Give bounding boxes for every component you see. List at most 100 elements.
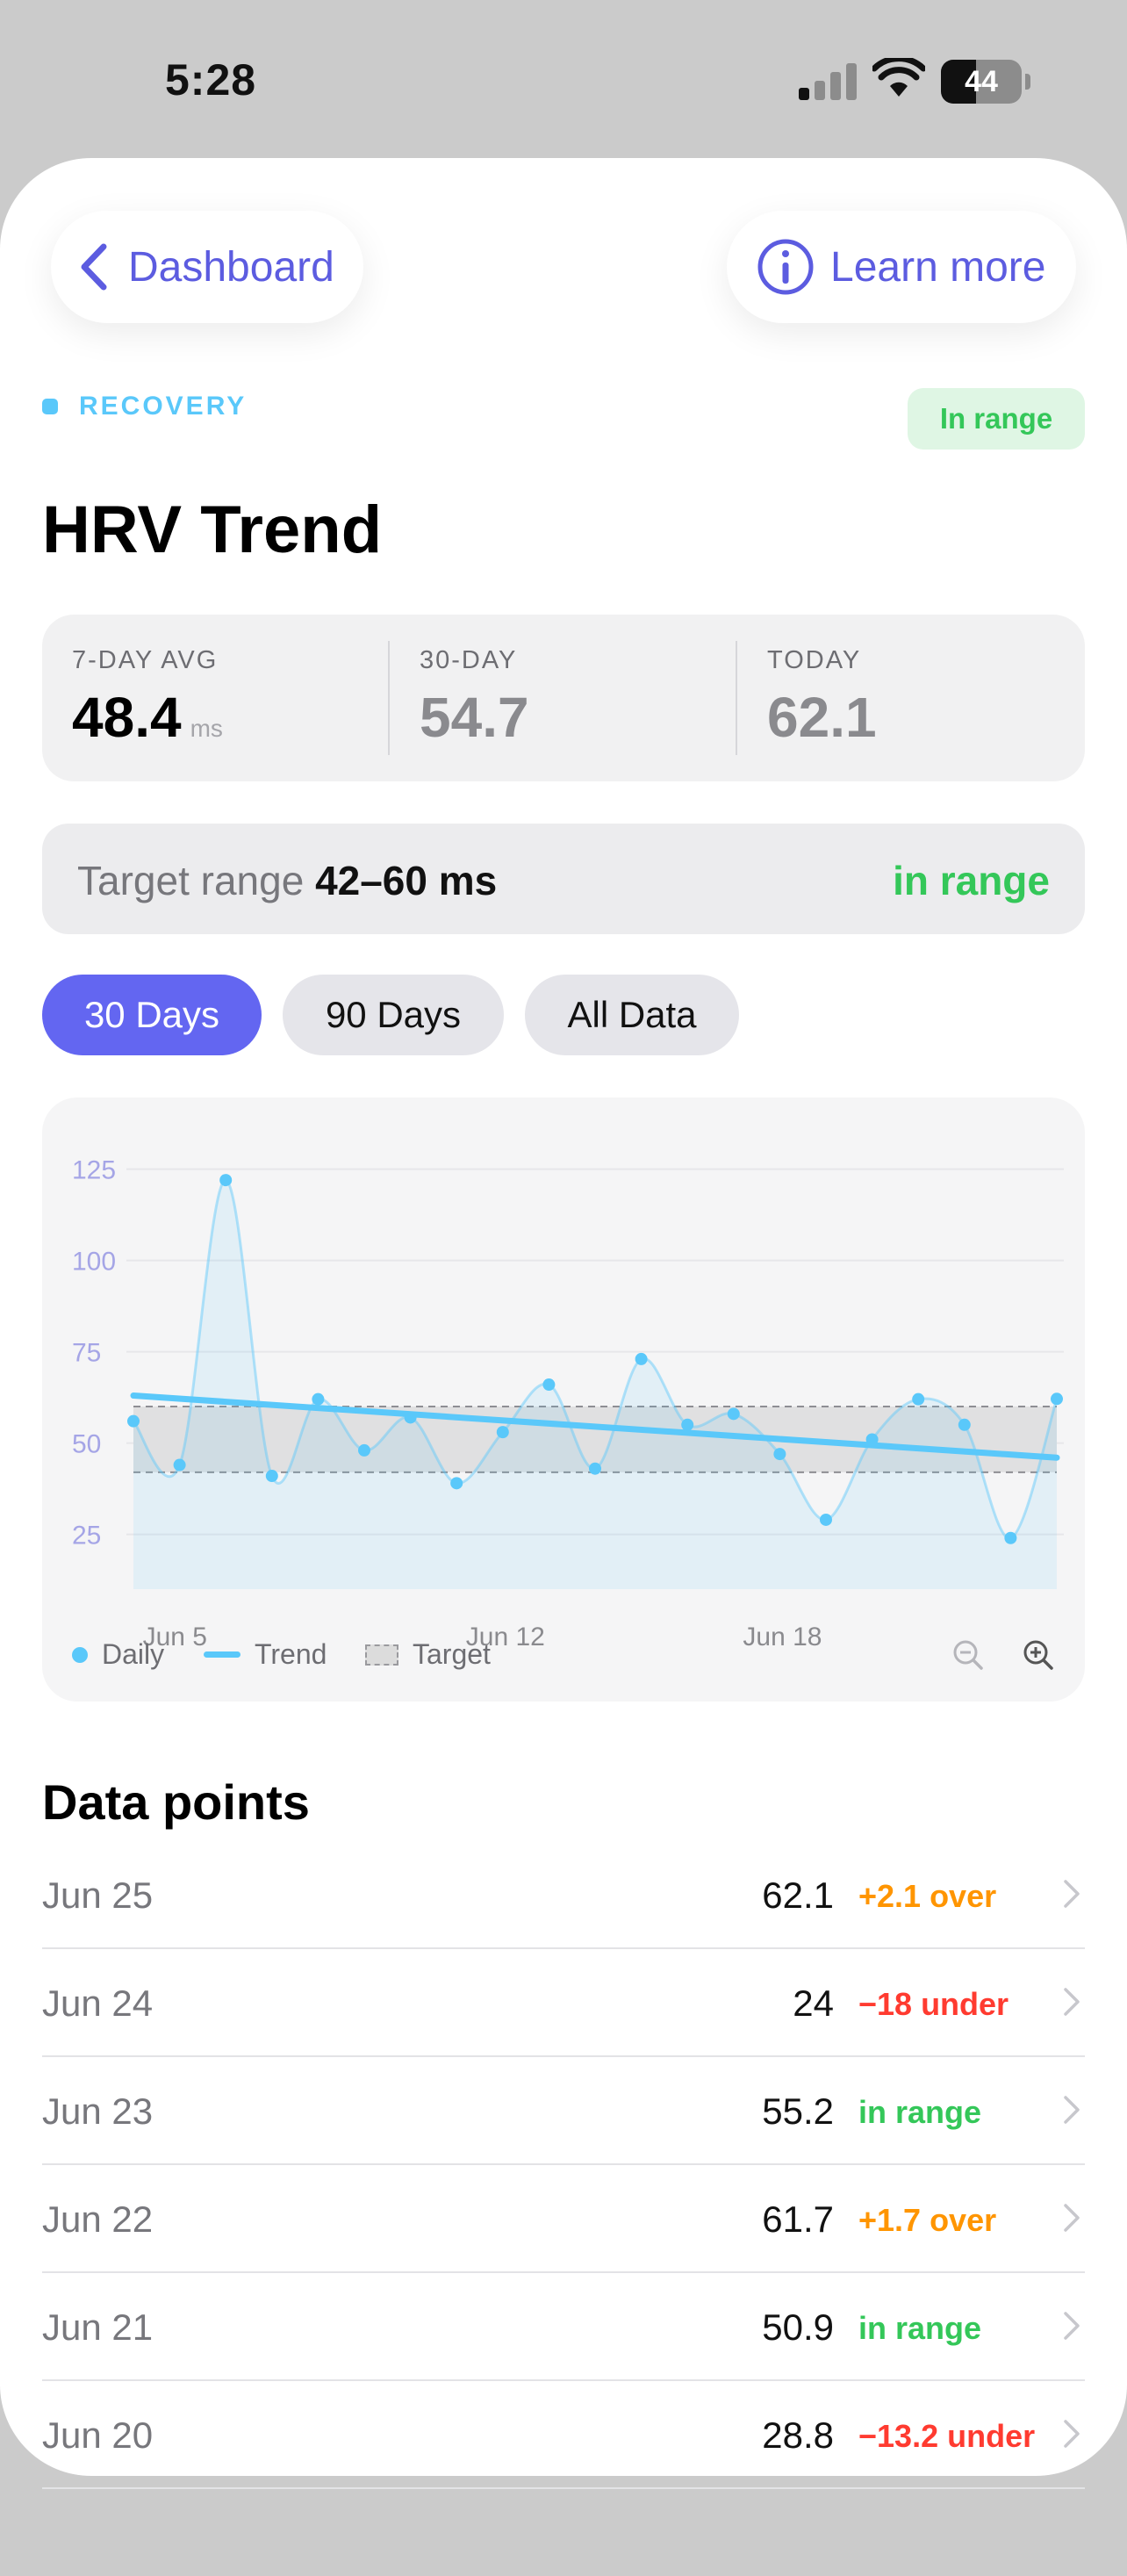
row-date: Jun 23 <box>42 2090 154 2132</box>
target-box-icon <box>365 1644 398 1666</box>
row-date: Jun 24 <box>42 1982 154 2024</box>
battery-level: 44 <box>965 65 998 98</box>
legend-trend: Trend <box>204 1638 327 1671</box>
data-point <box>265 1470 278 1483</box>
data-point <box>127 1414 140 1428</box>
data-point-row[interactable]: Jun 21 50.9 in range <box>42 2271 1085 2381</box>
data-point <box>681 1418 694 1431</box>
target-range-bar: Target range 42–60 ms in range <box>42 824 1085 934</box>
back-button[interactable]: Dashboard <box>51 211 363 323</box>
row-status: −13.2 under <box>858 2418 1036 2454</box>
daily-area <box>133 1180 1057 1589</box>
chevron-right-icon <box>1064 1988 1080 2016</box>
category-label: RECOVERY <box>42 392 247 421</box>
chevron-right-icon <box>1064 2312 1080 2340</box>
stat-label: TODAY <box>767 646 862 674</box>
legend-target: Target <box>365 1638 491 1671</box>
legend-daily-label: Daily <box>102 1638 165 1670</box>
status-bar: 5:28 44 <box>0 0 1127 158</box>
back-label: Dashboard <box>128 243 334 291</box>
row-value: 50.9 <box>762 2306 834 2348</box>
row-value: 24 <box>793 1982 834 2024</box>
data-point <box>219 1174 233 1187</box>
target-range-text: Target range 42–60 ms <box>77 857 497 904</box>
row-value: 28.8 <box>762 2414 834 2456</box>
daily-dot-icon <box>72 1646 88 1663</box>
legend-trend-label: Trend <box>255 1638 327 1670</box>
legend-target-label: Target <box>413 1638 491 1670</box>
stat-label: 30-DAY <box>420 646 518 674</box>
y-tick-label: 125 <box>72 1156 116 1185</box>
learn-more-button[interactable]: Learn more <box>727 211 1076 323</box>
data-point <box>820 1513 832 1526</box>
chevron-right-icon <box>1064 2096 1080 2124</box>
data-point <box>1051 1392 1063 1406</box>
page-title: HRV Trend <box>42 493 383 567</box>
data-point <box>542 1378 556 1392</box>
row-date: Jun 25 <box>42 1874 154 1916</box>
status-time: 5:28 <box>165 55 257 104</box>
target-value: 42–60 ms <box>315 858 498 903</box>
data-point-row[interactable]: Jun 20 28.8 −13.2 under <box>42 2379 1085 2489</box>
chart-card: 125 100 75 50 25 Jun 5 Jun 12 Jun 18 <box>42 1097 1085 1702</box>
segment-90-days[interactable]: 90 Days <box>283 975 504 1055</box>
y-tick-label: 100 <box>72 1248 116 1277</box>
row-value: 55.2 <box>762 2090 834 2132</box>
data-point <box>312 1392 325 1406</box>
y-tick-label: 50 <box>72 1430 101 1459</box>
stat-today: TODAY 62.1 <box>737 615 1085 781</box>
y-tick-label: 75 <box>72 1339 101 1368</box>
target-label: Target range <box>77 858 305 903</box>
row-date: Jun 21 <box>42 2306 154 2348</box>
data-point <box>496 1426 509 1439</box>
data-point <box>635 1352 648 1365</box>
data-point-row[interactable]: Jun 22 61.7 +1.7 over <box>42 2163 1085 2273</box>
x-tick-label: Jun 18 <box>743 1623 822 1651</box>
battery-icon: 44 <box>941 60 1022 104</box>
data-point-row[interactable]: Jun 25 62.1 +2.1 over <box>42 1839 1085 1949</box>
hrv-chart[interactable]: 125100755025Jun 5 Jun 12 Jun 18 <box>42 1097 1085 1702</box>
chevron-right-icon <box>1064 1880 1080 1908</box>
data-point <box>773 1448 786 1461</box>
chevron-right-icon <box>1064 2420 1080 2448</box>
info-icon <box>757 239 814 295</box>
stat-label: 7-DAY AVG <box>72 646 219 674</box>
stat-unit: ms <box>190 715 223 742</box>
row-value: 62.1 <box>762 1874 834 1916</box>
trend-line-icon <box>204 1651 240 1658</box>
chevron-left-icon <box>81 243 107 291</box>
legend-daily: Daily <box>72 1638 164 1671</box>
battery-cap <box>1025 74 1030 90</box>
signal-icon <box>799 63 857 100</box>
data-point-row[interactable]: Jun 24 24 −18 under <box>42 1947 1085 2057</box>
category-text: RECOVERY <box>79 392 248 421</box>
stats-card: 7-DAY AVG 48.4 ms 30-DAY 54.7 TODAY 62.1 <box>42 615 1085 781</box>
stat-value: 48.4 ms <box>72 686 223 749</box>
data-point-row[interactable]: Jun 23 55.2 in range <box>42 2055 1085 2165</box>
stat-7day: 7-DAY AVG 48.4 ms <box>42 615 390 781</box>
data-point <box>865 1433 879 1446</box>
zoom-out-icon[interactable] <box>951 1638 985 1672</box>
data-point <box>173 1458 186 1471</box>
stat-value: 54.7 <box>420 686 529 749</box>
y-tick-label: 25 <box>72 1522 101 1551</box>
data-point <box>1004 1531 1017 1544</box>
target-status: in range <box>893 858 1050 903</box>
data-point <box>358 1443 370 1457</box>
data-point <box>912 1392 925 1406</box>
chevron-right-icon <box>1064 2204 1080 2232</box>
status-badge: In range <box>908 388 1085 450</box>
segment-all-data[interactable]: All Data <box>525 975 739 1055</box>
category-dot <box>42 399 58 414</box>
data-point <box>589 1462 601 1475</box>
data-point <box>727 1407 740 1421</box>
row-date: Jun 20 <box>42 2414 154 2456</box>
segment-30-days[interactable]: 30 Days <box>42 975 262 1055</box>
wifi-icon <box>872 58 925 97</box>
data-points-title: Data points <box>42 1774 310 1830</box>
data-point <box>450 1477 463 1490</box>
zoom-in-icon[interactable] <box>1022 1638 1055 1672</box>
row-date: Jun 22 <box>42 2198 154 2240</box>
learn-more-label: Learn more <box>830 243 1046 291</box>
stat-30day: 30-DAY 54.7 <box>390 615 737 781</box>
